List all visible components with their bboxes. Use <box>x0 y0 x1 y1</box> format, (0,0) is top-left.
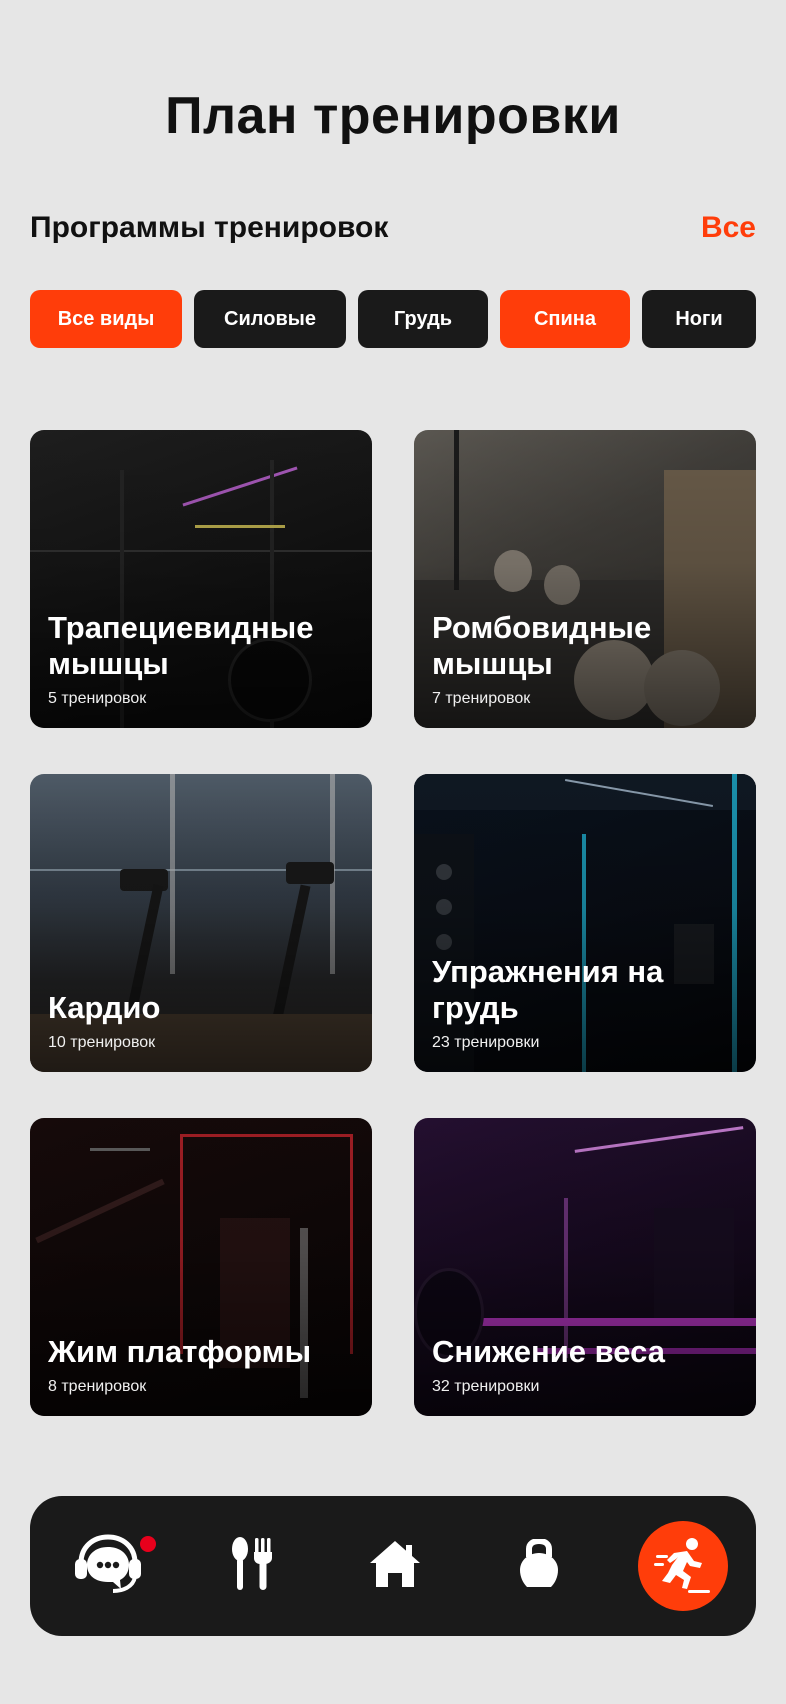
kettlebell-icon <box>518 1537 560 1594</box>
nav-activity[interactable] <box>638 1521 728 1611</box>
card-count: 23 тренировки <box>432 1034 540 1051</box>
card-title: Жим платформы <box>48 1334 312 1369</box>
filter-chip-strength[interactable]: Силовые <box>194 290 346 348</box>
chat-support-icon <box>73 1533 143 1600</box>
card-count: 10 тренировок <box>48 1034 156 1051</box>
card-title: Снижение веса <box>432 1334 665 1369</box>
filter-chips: Все виды Силовые Грудь Спина Ноги <box>30 290 756 348</box>
program-card-chest[interactable]: Упражнения на грудь 23 тренировки <box>414 774 756 1072</box>
filter-chip-chest[interactable]: Грудь <box>358 290 488 348</box>
notification-badge <box>140 1536 156 1552</box>
see-all-link[interactable]: Все <box>701 211 756 245</box>
program-card-rhomboids[interactable]: Ромбовидные мышцы 7 тренировок <box>414 430 756 728</box>
nav-nutrition[interactable] <box>208 1522 296 1610</box>
nav-support[interactable] <box>64 1522 156 1610</box>
filter-chip-legs[interactable]: Ноги <box>642 290 756 348</box>
training-plan-screen: План тренировки Программы тренировок Все… <box>0 0 786 1704</box>
card-count: 5 тренировок <box>48 690 147 707</box>
running-person-icon <box>654 1535 712 1598</box>
home-icon <box>368 1539 422 1594</box>
section-title: Программы тренировок <box>30 211 389 244</box>
card-count: 8 тренировок <box>48 1378 147 1395</box>
card-title: Кардио <box>48 990 161 1025</box>
card-title: Упражнения на грудь <box>432 954 664 1025</box>
program-grid: Трапециевидные мышцы 5 тренировок Ромбов… <box>30 430 756 1416</box>
program-card-cardio[interactable]: Кардио 10 тренировок <box>30 774 372 1072</box>
card-count: 7 тренировок <box>432 690 531 707</box>
page-title: План тренировки <box>165 87 621 145</box>
program-card-leg-press[interactable]: Жим платформы 8 тренировок <box>30 1118 372 1416</box>
filter-chip-back[interactable]: Спина <box>500 290 630 348</box>
card-title: Ромбовидные мышцы <box>432 610 652 681</box>
program-card-weight-loss[interactable]: Снижение веса 32 тренировки <box>414 1118 756 1416</box>
card-count: 32 тренировки <box>432 1378 540 1395</box>
program-card-trapezius[interactable]: Трапециевидные мышцы 5 тренировок <box>30 430 372 728</box>
filter-chip-all[interactable]: Все виды <box>30 290 182 348</box>
card-title: Трапециевидные мышцы <box>48 610 314 681</box>
nav-home[interactable] <box>351 1522 439 1610</box>
bottom-nav <box>30 1496 756 1636</box>
nav-workouts[interactable] <box>495 1522 583 1610</box>
fork-spoon-icon <box>230 1536 274 1597</box>
section-header: Программы тренировок Все <box>30 208 756 248</box>
